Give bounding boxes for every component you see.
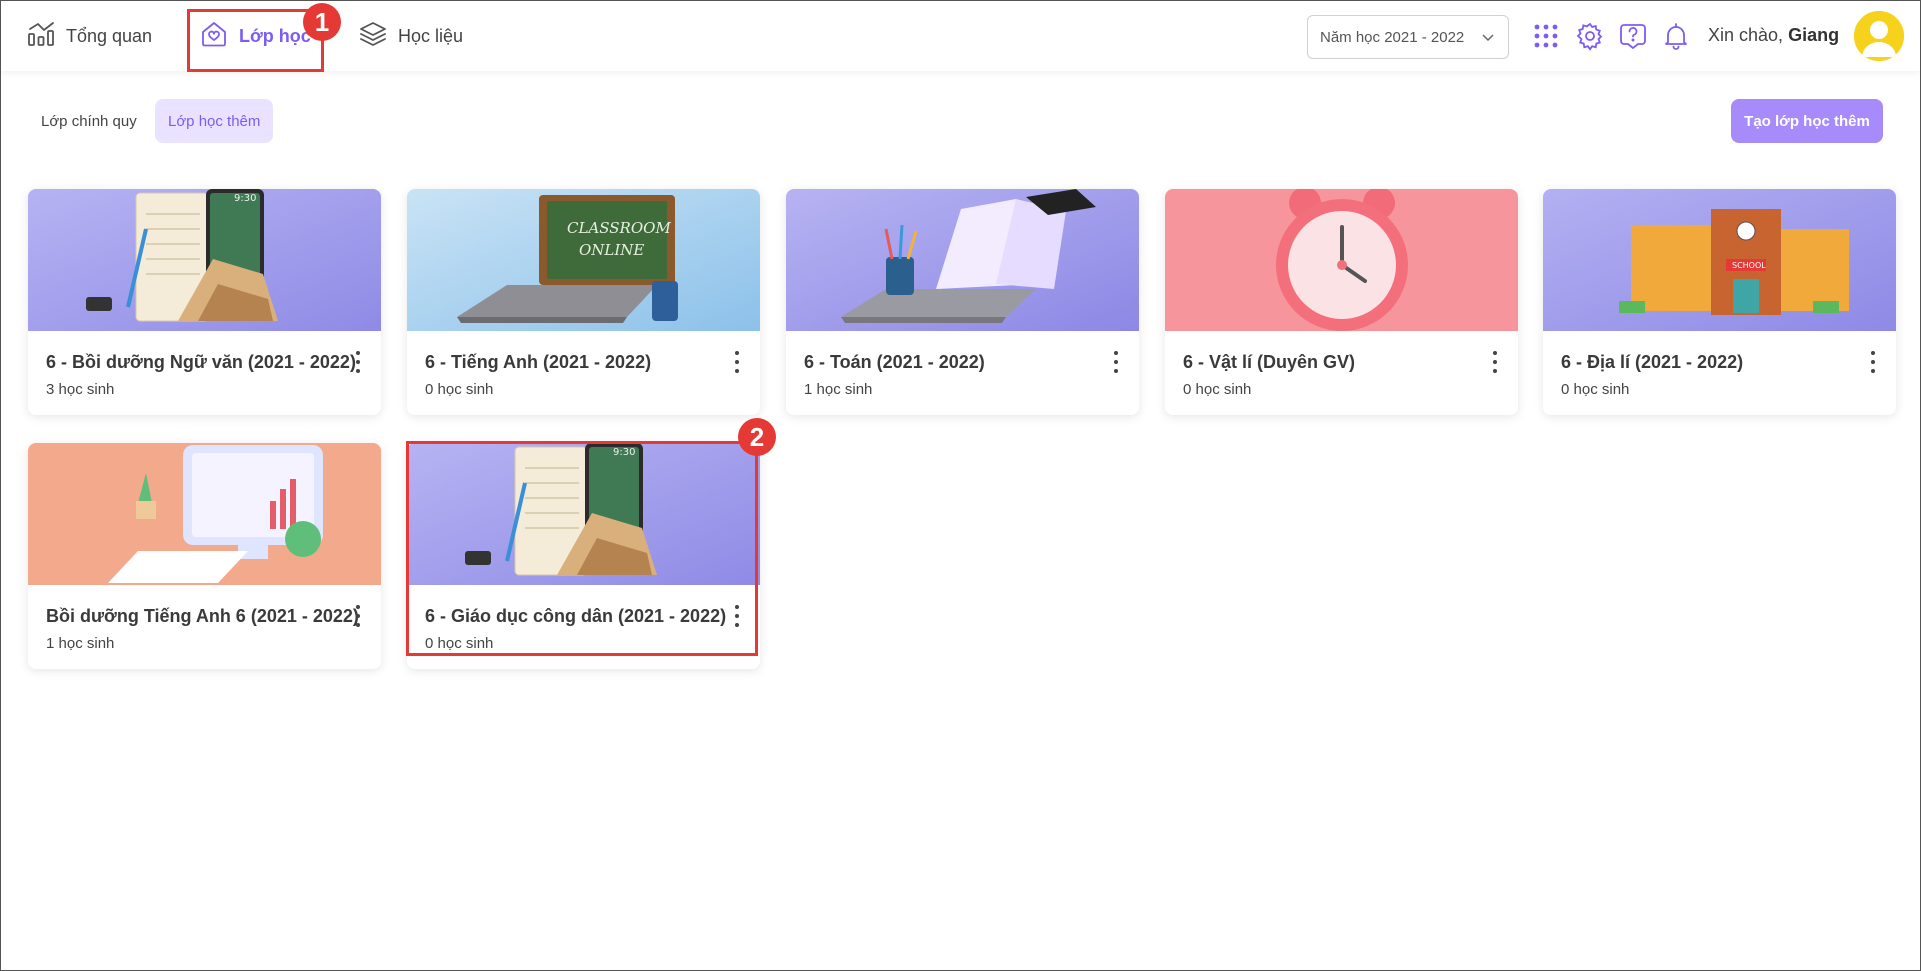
class-thumbnail: CLASSROOM ONLINE	[407, 189, 760, 331]
svg-text:SCHOOL: SCHOOL	[1732, 261, 1766, 270]
class-title: 6 - Địa lí (2021 - 2022)	[1561, 352, 1744, 372]
chart-icon	[26, 19, 56, 54]
nav-overview[interactable]: Tổng quan	[26, 17, 152, 55]
svg-text:CLASSROOM: CLASSROOM	[567, 219, 671, 237]
student-count: 1 học sinh	[46, 635, 115, 652]
home-heart-icon	[199, 19, 229, 54]
svg-text:9:30: 9:30	[613, 447, 635, 458]
layers-icon	[358, 19, 388, 54]
student-count: 0 học sinh	[1561, 381, 1630, 398]
class-thumbnail: 9:30	[28, 189, 381, 331]
student-count: 0 học sinh	[425, 381, 494, 398]
tab-regular-classes[interactable]: Lớp chính quy	[28, 99, 150, 143]
class-thumbnail	[28, 443, 381, 585]
class-thumbnail	[1165, 189, 1518, 331]
apps-grid-icon[interactable]	[1530, 20, 1562, 52]
class-card[interactable]: 9:30 6 - Bồi dưỡng Ngữ văn (2021 - 2022)…	[28, 189, 381, 415]
nav-materials-label: Học liệu	[398, 25, 464, 46]
more-options-icon[interactable]	[1868, 349, 1878, 375]
avatar[interactable]	[1854, 11, 1904, 61]
class-thumbnail	[786, 189, 1139, 331]
student-count: 0 học sinh	[425, 635, 494, 652]
greeting-text: Xin chào,	[1708, 25, 1784, 45]
help-icon[interactable]	[1617, 20, 1649, 52]
class-thumbnail: SCHOOL	[1543, 189, 1896, 331]
chevron-down-icon	[1480, 29, 1496, 45]
class-card[interactable]: SCHOOL 6 - Địa lí (2021 - 2022) 0 học si…	[1543, 189, 1896, 415]
class-card[interactable]: 9:30 6 - Giáo dục công dân (2021 - 2022)…	[407, 443, 760, 669]
class-title: 6 - Toán (2021 - 2022)	[804, 352, 985, 372]
bell-icon[interactable]	[1660, 20, 1692, 52]
class-card[interactable]: 6 - Vật lí (Duyên GV) 0 học sinh	[1165, 189, 1518, 415]
class-thumbnail: 9:30	[407, 443, 760, 585]
tab-extra-classes[interactable]: Lớp học thêm	[155, 99, 274, 143]
annotation-badge-2: 2	[738, 418, 776, 456]
top-navbar: Tổng quan Lớp học Học liệu Năm học 2021 …	[1, 1, 1920, 71]
more-options-icon[interactable]	[732, 349, 742, 375]
svg-text:ONLINE: ONLINE	[579, 241, 644, 259]
class-title: 6 - Bồi dưỡng Ngữ văn (2021 - 2022)	[46, 352, 356, 372]
annotation-badge-1: 1	[303, 3, 341, 41]
svg-text:9:30: 9:30	[234, 193, 256, 204]
class-card[interactable]: CLASSROOM ONLINE 6 - Tiếng Anh (2021 - 2…	[407, 189, 760, 415]
student-count: 1 học sinh	[804, 381, 873, 398]
school-year-select[interactable]: Năm học 2021 - 2022	[1307, 15, 1509, 59]
nav-classes-label: Lớp học	[239, 25, 311, 46]
create-extra-class-button[interactable]: Tạo lớp học thêm	[1731, 99, 1883, 143]
class-title: 6 - Vật lí (Duyên GV)	[1183, 352, 1356, 372]
more-options-icon[interactable]	[353, 603, 363, 629]
nav-overview-label: Tổng quan	[66, 25, 153, 46]
more-options-icon[interactable]	[1490, 349, 1500, 375]
class-title: Bồi dưỡng Tiếng Anh 6 (2021 - 2022)	[46, 606, 359, 626]
greeting: Xin chào, Giang	[1708, 25, 1839, 46]
class-title: 6 - Giáo dục công dân (2021 - 2022)	[425, 606, 727, 626]
gear-icon[interactable]	[1574, 20, 1606, 52]
class-card[interactable]: Bồi dưỡng Tiếng Anh 6 (2021 - 2022) 1 họ…	[28, 443, 381, 669]
student-count: 0 học sinh	[1183, 381, 1252, 398]
class-title: 6 - Tiếng Anh (2021 - 2022)	[425, 352, 652, 372]
student-count: 3 học sinh	[46, 381, 115, 398]
school-year-value: Năm học 2021 - 2022	[1320, 28, 1465, 46]
more-options-icon[interactable]	[1111, 349, 1121, 375]
nav-classes[interactable]: Lớp học	[199, 17, 311, 55]
class-card[interactable]: 6 - Toán (2021 - 2022) 1 học sinh	[786, 189, 1139, 415]
more-options-icon[interactable]	[353, 349, 363, 375]
more-options-icon[interactable]	[732, 603, 742, 629]
user-name: Giang	[1788, 25, 1840, 45]
user-avatar-icon	[1854, 11, 1904, 61]
nav-materials[interactable]: Học liệu	[358, 17, 463, 55]
